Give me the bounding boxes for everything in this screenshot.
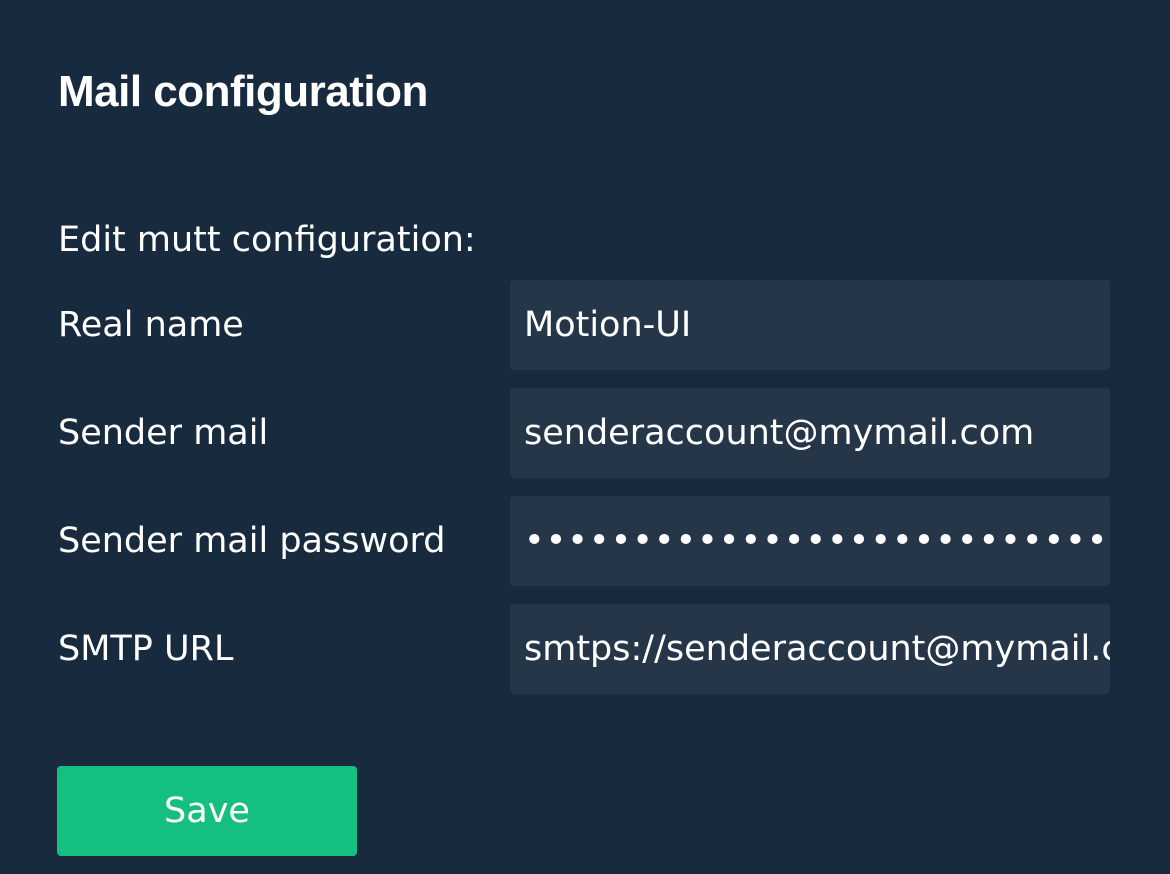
real-name-input[interactable] [510,280,1110,370]
smtp-url-label: SMTP URL [58,629,234,669]
real-name-row: Real name [0,280,1170,370]
smtp-url-row: SMTP URL [0,604,1170,694]
sender-mail-password-input[interactable] [510,496,1110,586]
real-name-label: Real name [58,305,244,345]
mail-configuration-panel: Mail configuration Edit mutt configurati… [0,0,1170,874]
sender-mail-password-label: Sender mail password [58,521,446,561]
sender-mail-password-row: Sender mail password [0,496,1170,586]
sender-mail-input[interactable] [510,388,1110,478]
smtp-url-input[interactable] [510,604,1110,694]
sender-mail-label: Sender mail [58,413,269,453]
page-title: Mail configuration [58,67,428,116]
section-label: Edit mutt configuration: [58,220,476,260]
save-button[interactable]: Save [57,766,357,856]
sender-mail-row: Sender mail [0,388,1170,478]
